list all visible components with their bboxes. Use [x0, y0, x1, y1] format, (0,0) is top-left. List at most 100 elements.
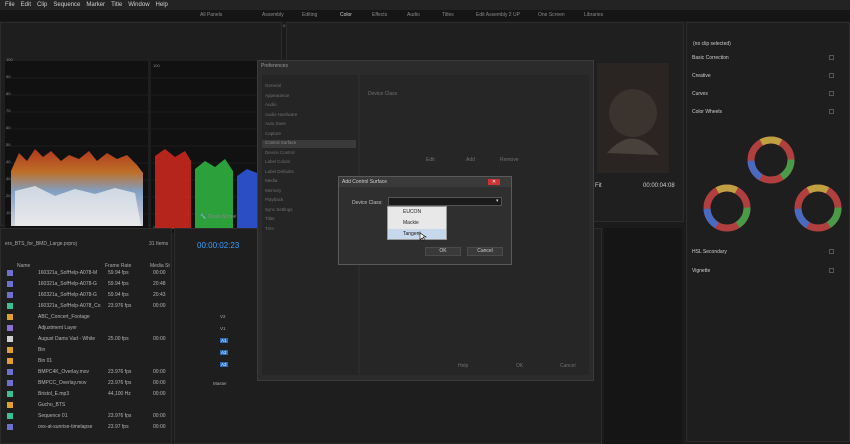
project-item-name: Bin 01: [38, 358, 53, 364]
project-list-item[interactable]: BMPCC_Overlay.mov 23.976 fps 00:00: [4, 378, 168, 388]
project-item-name: Bin: [38, 347, 46, 353]
project-list-item[interactable]: Bin 01: [4, 356, 168, 366]
track-a1[interactable]: A1: [220, 338, 228, 343]
track-a2[interactable]: A2: [220, 350, 228, 355]
dialog-ok-button[interactable]: OK: [425, 247, 461, 256]
color-wheels-checkbox[interactable]: [829, 109, 834, 114]
prefs-menu-item[interactable]: Label Colors: [262, 159, 356, 167]
project-list-item[interactable]: 160321a_SofHelp-A078_Co 23.976 fps 00:00: [4, 301, 168, 311]
prefs-ok-button[interactable]: OK: [516, 363, 523, 369]
menu-title[interactable]: Title: [111, 2, 122, 8]
label-color-swatch: [7, 281, 13, 287]
creative-checkbox[interactable]: [829, 73, 834, 78]
project-item-frame-rate: 59.94 fps: [108, 281, 129, 287]
clean-scope-text: Clean Scope: [207, 214, 237, 220]
project-list-item[interactable]: Bristol_E.mp3 44,100 Hz 00:00: [4, 389, 168, 399]
project-item-media-start: 20:48: [153, 281, 166, 287]
preferences-title: Preferences: [261, 63, 288, 69]
project-list-item[interactable]: ovs-at-sunrise-timelapse 23.97 fps 00:00: [4, 422, 168, 432]
project-item-name: Sequence 01: [38, 413, 68, 419]
project-item-frame-rate: 44,100 Hz: [108, 391, 131, 397]
dialog-cancel-button[interactable]: Cancel: [467, 247, 503, 256]
prefs-menu-item[interactable]: Control Surface: [262, 140, 356, 148]
track-v2[interactable]: V2: [220, 314, 226, 319]
project-list-item[interactable]: Adjustment Layer: [4, 323, 168, 333]
project-list-item[interactable]: 160321a_SofHelp-A078-G 59.94 fps 20:43: [4, 290, 168, 300]
menu-help[interactable]: Help: [156, 2, 168, 8]
workspace-libraries[interactable]: Libraries: [584, 12, 603, 18]
scope-tick-30: 30: [6, 176, 11, 181]
workspace-edit-assembly[interactable]: Edit Assembly 2 UP: [476, 12, 520, 18]
label-color-swatch: [7, 325, 13, 331]
device-class-select[interactable]: ▾: [388, 197, 502, 206]
workspace-one-screen[interactable]: One Screen: [538, 12, 565, 18]
prefs-menu-item[interactable]: Auto Save: [262, 121, 356, 129]
prefs-menu-item[interactable]: Device Control: [262, 150, 356, 158]
dialog-title: Add Control Surface: [342, 179, 388, 185]
lumetri-basic-correction[interactable]: Basic Correction: [692, 55, 729, 61]
menu-window[interactable]: Window: [128, 2, 149, 8]
workspace-editing[interactable]: Editing: [302, 12, 317, 18]
project-list-item[interactable]: BMPC4K_Overlay.mov 23.976 fps 00:00: [4, 367, 168, 377]
prefs-cancel-button[interactable]: Cancel: [560, 363, 576, 369]
workspace-titles[interactable]: Titles: [442, 12, 454, 18]
menu-sequence[interactable]: Sequence: [53, 2, 80, 8]
curves-checkbox[interactable]: [829, 91, 834, 96]
prefs-add-button[interactable]: Add: [466, 157, 475, 163]
prefs-menu-item[interactable]: Appearance: [262, 93, 356, 101]
lumetri-creative[interactable]: Creative: [692, 73, 711, 79]
label-color-swatch: [7, 402, 13, 408]
workspace-assembly[interactable]: Assembly: [262, 12, 284, 18]
menu-clip[interactable]: Clip: [37, 2, 47, 8]
project-list-item[interactable]: August Dams Vad - White 25.00 fps 00:00: [4, 334, 168, 344]
track-a3[interactable]: A3: [220, 362, 228, 367]
project-item-frame-rate: 23.976 fps: [108, 303, 132, 309]
device-class-dropdown: EUCON Mackie Tangent: [387, 206, 447, 242]
project-list-item[interactable]: Gucho_BTS: [4, 400, 168, 410]
project-list-item[interactable]: 160321a_SofHelp-A078-M 59.94 fps 00:00: [4, 268, 168, 278]
workspace-audio[interactable]: Audio: [407, 12, 420, 18]
lumetri-vignette[interactable]: Vignette: [692, 268, 710, 274]
workspace-all-panels[interactable]: All Panels: [200, 12, 222, 18]
vignette-checkbox[interactable]: [829, 268, 834, 273]
color-wheels[interactable]: [700, 130, 850, 240]
prefs-menu-item[interactable]: Capture: [262, 131, 356, 139]
label-color-swatch: [7, 380, 13, 386]
option-tangent[interactable]: Tangent: [388, 229, 446, 239]
option-mackie[interactable]: Mackie: [388, 218, 446, 228]
prefs-menu-item[interactable]: Audio: [262, 102, 356, 110]
project-item-name: Adjustment Layer: [38, 325, 77, 331]
project-list-item[interactable]: Bin: [4, 345, 168, 355]
scope-tick-100: 100: [6, 57, 13, 62]
project-list-item[interactable]: Sequence 01 23.976 fps 00:00: [4, 411, 168, 421]
workspace-color[interactable]: Color: [340, 12, 352, 18]
scopes-panel: 100 90 80 70 60 50 40 30 20 10 0 100 0 0…: [0, 22, 289, 233]
track-v1[interactable]: V1: [220, 326, 226, 331]
menu-file[interactable]: File: [5, 2, 15, 8]
lumetri-curves[interactable]: Curves: [692, 91, 708, 97]
chevron-down-icon: ▾: [496, 198, 499, 204]
menu-marker[interactable]: Marker: [86, 2, 105, 8]
label-color-swatch: [7, 303, 13, 309]
timeline-timecode[interactable]: 00:00:02:23: [197, 241, 239, 250]
project-list-item[interactable]: 160321a_SofHelp-A078-G 59.94 fps 20:48: [4, 279, 168, 289]
project-item-name: Gucho_BTS: [38, 402, 66, 408]
prefs-help-button[interactable]: Help: [458, 363, 468, 369]
clean-scope-label[interactable]: 🔧 Clean Scope: [200, 214, 236, 220]
prefs-remove-button[interactable]: Remove: [500, 157, 519, 163]
project-item-media-start: 00:00: [153, 380, 166, 386]
hsl-secondary-checkbox[interactable]: [829, 249, 834, 254]
prefs-menu-item[interactable]: General: [262, 83, 356, 91]
project-list-item[interactable]: ABC_Concert_Footage: [4, 312, 168, 322]
prefs-edit-button[interactable]: Edit: [426, 157, 435, 163]
menu-edit[interactable]: Edit: [21, 2, 31, 8]
workspace-effects[interactable]: Effects: [372, 12, 387, 18]
basic-correction-checkbox[interactable]: [829, 55, 834, 60]
prefs-menu-item[interactable]: Audio Hardware: [262, 112, 356, 120]
lumetri-color-wheels[interactable]: Color Wheels: [692, 109, 722, 115]
label-color-swatch: [7, 314, 13, 320]
lumetri-hsl-secondary[interactable]: HSL Secondary: [692, 249, 727, 255]
option-eucon[interactable]: EUCON: [388, 207, 446, 217]
dialog-close-button[interactable]: ✕: [488, 179, 500, 185]
program-fit[interactable]: Fit: [595, 183, 602, 189]
